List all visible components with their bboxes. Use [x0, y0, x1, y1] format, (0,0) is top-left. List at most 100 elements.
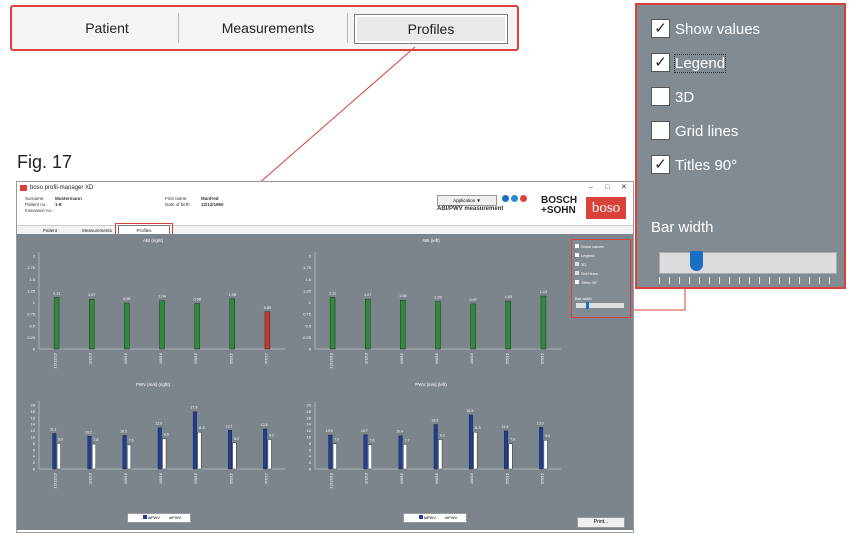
window-slider-thumb[interactable]	[586, 302, 589, 309]
window-options-panel: Show values Legend 3D Grid lines Titles 90° …	[571, 239, 631, 318]
bar-value-label: 1.07	[88, 293, 95, 297]
chart-title: PWV [m/s] (right)	[136, 382, 171, 387]
y-tick-label: 1.25	[27, 288, 36, 293]
exit-icon[interactable]	[520, 195, 527, 202]
bar-value-label: 8.2	[234, 437, 239, 441]
y-tick-label: 0.75	[27, 312, 36, 317]
maximize-icon[interactable]: □	[605, 182, 609, 194]
x-tick-label: 5/5/15	[539, 472, 544, 484]
x-tick-label: 1/6/16	[399, 472, 404, 484]
legend-left[interactable]: laPWV elPWV	[403, 513, 467, 523]
bar-value-label: 11.5	[198, 426, 205, 430]
x-tick-label: 7/7/17	[263, 352, 268, 364]
y-tick-label: 1	[33, 300, 36, 305]
bar-value-label: 10.7	[361, 429, 368, 433]
y-tick-label: 2	[33, 254, 36, 259]
bar-elpwv	[403, 444, 408, 470]
bar-value-label: 10.5	[120, 429, 127, 433]
help-icon[interactable]	[502, 195, 509, 202]
checked-checkbox-icon[interactable]	[575, 244, 579, 248]
bar-value-label: 1.14	[540, 290, 547, 294]
window-option[interactable]: Titles 90°	[575, 280, 598, 285]
y-tick-label: 6	[33, 447, 36, 452]
bar	[329, 297, 336, 350]
x-tick-label: 1/6/16	[123, 472, 128, 484]
bar-elpwv	[267, 439, 272, 470]
x-tick-label: 1/6/16	[434, 472, 439, 484]
checked-checkbox-icon[interactable]	[575, 253, 579, 257]
bar-lapwv	[398, 435, 403, 470]
legend-checkbox[interactable]	[412, 515, 417, 519]
window-title: boso profil-manager XD	[30, 185, 94, 191]
bar-elpwv	[508, 443, 513, 470]
legend-la-label: laPWV	[147, 515, 160, 520]
bar	[264, 311, 271, 350]
surname-value: Mustermann	[55, 196, 82, 201]
options-callout-line	[631, 289, 686, 311]
bar	[470, 303, 476, 350]
x-tick-label: 12/12/13	[329, 352, 334, 368]
bar-value-label: 13.9	[431, 419, 438, 423]
bar-value-label: 12.1	[226, 424, 233, 428]
window-option[interactable]: Grid lines	[575, 271, 598, 276]
bar	[229, 298, 235, 350]
window-option[interactable]: Show values	[575, 244, 604, 249]
x-tick-label: 1/1/13	[364, 352, 369, 364]
y-tick-label: 12	[31, 428, 36, 433]
y-tick-label: 1	[309, 300, 312, 305]
legend-checkbox[interactable]	[136, 515, 141, 519]
y-tick-label: 1.5	[305, 277, 311, 282]
bar-lapwv	[539, 427, 544, 470]
x-tick-label: 1/6/16	[193, 352, 198, 364]
bar-elpwv	[92, 443, 96, 470]
y-tick-label: 16	[31, 415, 36, 420]
legend-checkbox[interactable]	[439, 515, 444, 519]
window-option[interactable]: Legend	[575, 253, 594, 258]
minimize-icon[interactable]: –	[589, 182, 593, 194]
x-tick-label: 1/6/16	[469, 352, 474, 364]
bar-elpwv	[197, 431, 202, 470]
print-button[interactable]: Print...	[577, 517, 625, 528]
y-tick-label: 12	[307, 428, 312, 433]
window-option-label: Grid lines	[581, 271, 598, 276]
info-icon[interactable]	[511, 195, 518, 202]
bar-elpwv	[473, 431, 478, 470]
application-button[interactable]: Application ▼	[437, 195, 497, 206]
checked-checkbox-icon[interactable]	[575, 280, 579, 284]
bar-value-label: 7.6	[129, 439, 134, 443]
bar-value-label: 9.0	[545, 434, 550, 438]
patient-no-label: Patient no.:	[25, 202, 48, 207]
window-option[interactable]: 3D	[575, 262, 586, 267]
bar-value-label: 11.5	[474, 426, 481, 430]
surname-label: Surname:	[25, 196, 45, 201]
bar	[194, 303, 200, 350]
window-option-label: Show values	[581, 244, 604, 249]
y-tick-label: 8	[309, 441, 312, 446]
app-logo-icon	[20, 185, 27, 191]
x-tick-label: 12/12/13	[53, 472, 58, 488]
bar-value-label: 8.0	[58, 437, 63, 441]
bar	[159, 300, 165, 350]
close-icon[interactable]: ✕	[621, 182, 627, 194]
bar-lapwv	[157, 427, 162, 470]
y-tick-label: 0.25	[27, 335, 36, 340]
window-bar-width-slider[interactable]	[576, 302, 624, 309]
bar-value-label: 1.11	[329, 291, 336, 295]
y-tick-label: 14	[307, 422, 312, 427]
window-option-label: 3D	[581, 262, 587, 267]
y-tick-label: 18	[307, 409, 312, 414]
y-tick-label: 2	[309, 460, 312, 465]
y-tick-label: 1.75	[27, 265, 36, 270]
unchecked-checkbox-icon[interactable]	[575, 271, 579, 275]
y-tick-label: 1.5	[29, 277, 35, 282]
x-tick-label: 5/5/15	[228, 352, 233, 364]
bar-value-label: 7.7	[405, 438, 410, 442]
legend-right[interactable]: laPWV elPWV	[127, 513, 191, 523]
bar-value-label: 1.08	[229, 293, 236, 297]
bar-value-label: 7.8	[94, 438, 99, 442]
legend-checkbox[interactable]	[163, 515, 168, 519]
unchecked-checkbox-icon[interactable]	[575, 262, 579, 266]
x-tick-label: 7/7/17	[263, 472, 268, 484]
bar-value-label: 13.0	[537, 421, 544, 425]
bar-value-label: 1.05	[399, 294, 406, 298]
